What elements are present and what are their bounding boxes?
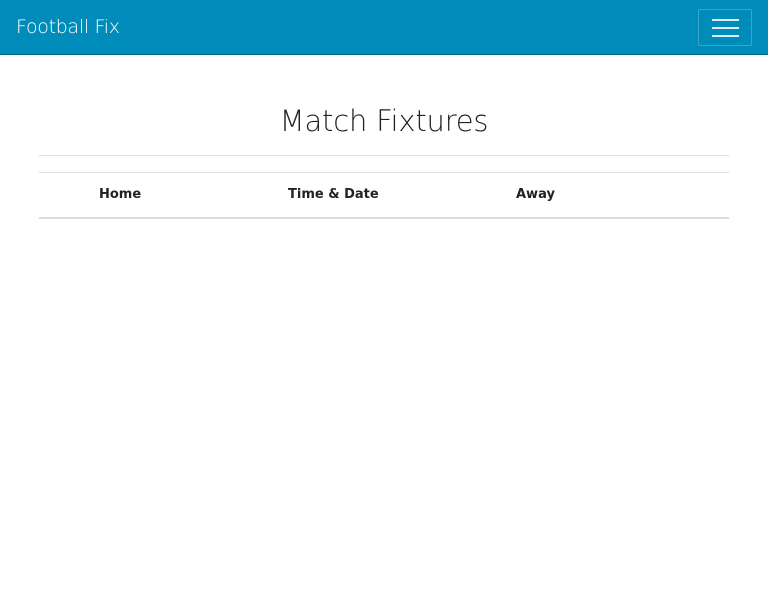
navbar-toggler-button[interactable] bbox=[698, 9, 752, 46]
column-header-time-date: Time & Date bbox=[288, 172, 516, 219]
title-divider bbox=[39, 155, 729, 156]
column-header-away: Away bbox=[516, 172, 729, 219]
fixtures-table: Home Time & Date Away bbox=[39, 172, 729, 219]
navbar: Football Fix bbox=[0, 0, 768, 55]
hamburger-menu-icon bbox=[712, 19, 739, 37]
brand-link[interactable]: Football Fix bbox=[16, 14, 120, 40]
page-title: Match Fixtures bbox=[279, 104, 489, 138]
column-header-home: Home bbox=[39, 172, 288, 219]
table-header-row: Home Time & Date Away bbox=[39, 172, 729, 219]
